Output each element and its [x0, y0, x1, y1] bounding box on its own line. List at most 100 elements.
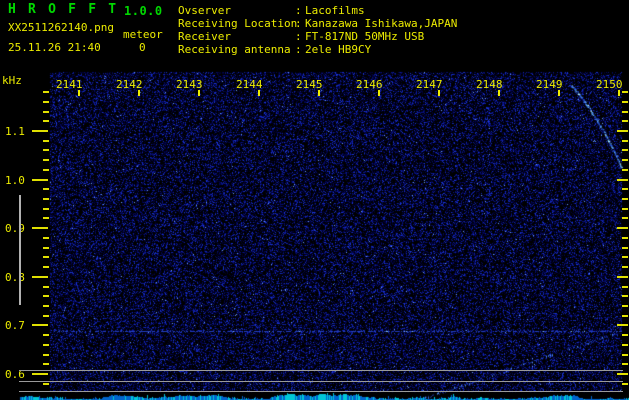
freq-tick-left	[43, 382, 49, 385]
hrofft-output: H R O F F T 1.0.0 XX2511262140.png meteo…	[0, 0, 629, 400]
freq-tick-left	[43, 188, 49, 191]
freq-tick-left	[43, 100, 49, 103]
freq-tick-right	[622, 91, 628, 94]
freq-tick-left	[32, 227, 48, 230]
freq-tick-left	[43, 207, 49, 210]
freq-tick-right	[622, 149, 628, 152]
freq-tick-left	[32, 130, 48, 132]
freq-tick-left	[43, 149, 49, 152]
info-row: Receiving Location: Kanazawa Ishikawa,JAP…	[178, 17, 457, 30]
reference-line	[19, 370, 623, 371]
freq-tick-right	[622, 236, 628, 239]
freq-tick-left	[43, 236, 49, 239]
reference-line	[19, 391, 623, 392]
freq-tick-left	[43, 304, 49, 307]
reference-line	[19, 381, 623, 382]
time-axis-tick	[78, 90, 80, 96]
freq-tick-right	[622, 159, 628, 162]
freq-axis-label: 0.8	[5, 270, 25, 284]
time-axis-tick	[258, 90, 260, 96]
freq-tick-right	[622, 295, 628, 298]
freq-tick-right	[622, 363, 628, 366]
freq-tick-right	[617, 275, 628, 278]
freq-tick-left	[43, 159, 49, 162]
output-filename: XX2511262140.png	[8, 21, 114, 34]
freq-tick-right	[622, 334, 628, 337]
info-value: 2ele HB9CY	[305, 42, 372, 56]
freq-tick-left	[43, 217, 49, 220]
freq-tick-right	[617, 227, 628, 230]
freq-tick-right	[622, 120, 628, 123]
freq-tick-left	[43, 285, 49, 288]
freq-tick-left	[43, 314, 49, 317]
freq-tick-right	[617, 324, 628, 327]
freq-tick-left	[43, 168, 49, 171]
freq-tick-right	[622, 285, 628, 288]
freq-tick-left	[32, 324, 48, 327]
freq-unit-label: kHz	[2, 74, 22, 87]
freq-tick-right	[617, 373, 628, 375]
info-value: Lacofilms	[305, 4, 365, 17]
info-label: Receiver	[178, 29, 231, 43]
info-colon: :	[295, 4, 302, 17]
freq-tick-left	[43, 363, 49, 366]
freq-axis-label: 1.0	[5, 173, 25, 187]
info-row: Receiver: FT-817ND 50MHz USB	[178, 30, 457, 43]
freq-tick-left	[43, 266, 49, 269]
freq-tick-left	[43, 256, 49, 259]
freq-tick-left	[43, 353, 49, 356]
freq-tick-right	[622, 343, 628, 346]
time-axis-tick	[198, 90, 200, 96]
freq-tick-left	[43, 295, 49, 298]
freq-tick-left	[32, 373, 48, 375]
calibration-bar	[19, 195, 21, 305]
freq-tick-right	[622, 168, 628, 171]
time-axis-tick	[618, 90, 620, 96]
info-label: Ovserver	[178, 4, 231, 17]
info-label: Receiving antenna	[178, 42, 291, 56]
freq-tick-right	[622, 198, 628, 201]
freq-axis-label: 1.1	[5, 125, 25, 138]
time-axis-tick	[558, 90, 560, 96]
meteor-count: 0	[139, 41, 146, 54]
freq-tick-left	[43, 246, 49, 249]
info-row: Receiving antenna:2ele HB9CY	[178, 43, 457, 56]
freq-tick-right	[622, 266, 628, 269]
freq-tick-right	[617, 130, 628, 132]
freq-tick-left	[32, 178, 48, 181]
app-title: H R O F F T	[8, 2, 119, 17]
freq-tick-right	[622, 139, 628, 142]
info-row: Ovserver: Lacofilms	[178, 4, 457, 17]
info-colon: :	[295, 42, 302, 56]
station-info: Ovserver: Lacofilms Receiving Location: Kan…	[178, 4, 457, 56]
time-axis-tick	[138, 90, 140, 96]
info-value: FT-817ND 50MHz USB	[305, 29, 425, 43]
freq-tick-right	[617, 178, 628, 181]
freq-tick-right	[622, 256, 628, 259]
freq-tick-right	[622, 100, 628, 103]
freq-tick-left	[43, 334, 49, 337]
spectrogram-canvas	[0, 0, 629, 400]
freq-tick-right	[622, 217, 628, 220]
info-colon: :	[295, 29, 302, 43]
info-colon: :	[295, 16, 302, 30]
info-label: Receiving Location	[178, 16, 298, 30]
time-axis-tick	[378, 90, 380, 96]
freq-tick-left	[43, 110, 49, 113]
freq-tick-right	[622, 188, 628, 191]
freq-tick-left	[43, 120, 49, 123]
freq-tick-right	[622, 353, 628, 356]
freq-tick-right	[622, 382, 628, 385]
freq-tick-left	[32, 275, 48, 278]
freq-tick-right	[622, 110, 628, 113]
freq-axis-label: 0.9	[5, 222, 25, 236]
datetime-label: 25.11.26 21:40	[8, 41, 101, 54]
info-value: Kanazawa Ishikawa,JAPAN	[305, 16, 458, 30]
app-version: 1.0.0	[124, 4, 163, 18]
freq-tick-left	[43, 91, 49, 94]
freq-tick-right	[622, 246, 628, 249]
freq-tick-right	[622, 304, 628, 307]
freq-tick-left	[43, 139, 49, 142]
time-axis-tick	[318, 90, 320, 96]
time-axis-tick	[438, 90, 440, 96]
